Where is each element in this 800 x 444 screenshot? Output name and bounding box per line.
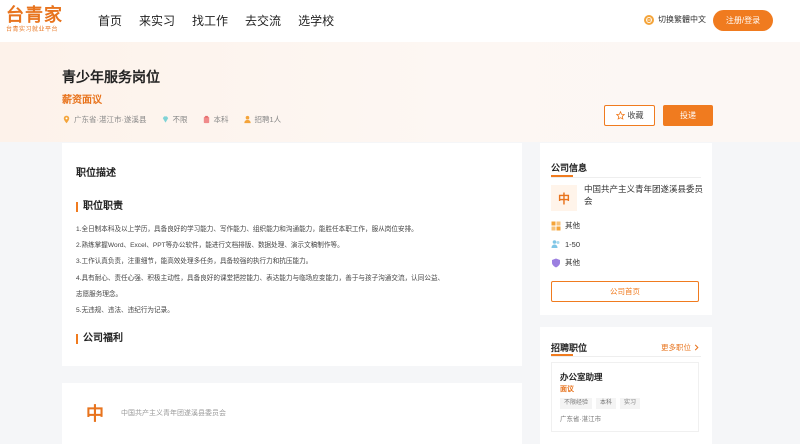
login-register-button[interactable]: 注册/登录 — [713, 10, 773, 31]
company-size-text: 1-50 — [565, 239, 581, 249]
more-jobs-label: 更多职位 — [661, 343, 691, 352]
company-strip-name: 中国共产主义青年团遂溪县委员会 — [121, 410, 226, 417]
company-industry: 其他 — [551, 220, 580, 231]
welfare-title: 公司福利 — [76, 333, 123, 345]
company-name[interactable]: 中国共产主义青年团遂溪县委员会 — [584, 183, 706, 207]
star-icon — [615, 111, 625, 120]
job-experience-text: 不限 — [172, 115, 188, 124]
company-info-card: 公司信息 中 中国共产主义青年团遂溪县委员会 其他 1-50 其他 公司首页 — [540, 143, 712, 315]
duties-title: 职位职责 — [76, 201, 123, 213]
job-title: 青少年服务岗位 — [62, 69, 160, 85]
logo-subtitle: 台青实习就业平台 — [6, 27, 59, 33]
logo-text: 台青家 — [6, 5, 63, 26]
job-description-card: 职位描述 职位职责 1.全日制本科及以上学历，具备良好的学习能力、写作能力、组织… — [62, 143, 522, 366]
shield-icon — [552, 258, 560, 267]
person-icon — [243, 115, 251, 124]
job-location: 广东省·湛江市·遂溪县 — [62, 114, 147, 125]
company-industry-text: 其他 — [565, 221, 580, 230]
divider — [551, 356, 701, 357]
company-type-text: 其他 — [565, 258, 580, 267]
duty-line: 4.具有耐心、责任心强、积极主动性，具备良好的课堂把控能力、表达能力与临场应变能… — [76, 275, 445, 282]
job-location-text: 广东省·湛江市·遂溪县 — [74, 115, 147, 124]
nav-item-schools[interactable]: 选学校 — [298, 13, 334, 29]
heading-underline — [551, 354, 573, 356]
job-education: 本科 — [202, 114, 229, 125]
language-icon — [644, 14, 654, 25]
recruiting-job-title: 办公室助理 — [560, 372, 603, 382]
job-tag: 实习 — [620, 398, 641, 409]
recruiting-card: 招聘职位 更多职位 办公室助理 面议 不限经验 本科 实习 广东省·湛江市 — [540, 327, 712, 444]
location-pin-icon — [63, 115, 70, 124]
job-tag: 本科 — [596, 398, 617, 409]
more-jobs-link[interactable]: 更多职位 — [661, 342, 700, 353]
nav-item-internship[interactable]: 来实习 — [139, 13, 175, 29]
nav-item-home[interactable]: 首页 — [98, 13, 122, 29]
grid-icon — [551, 221, 561, 230]
recruiting-job-tags: 不限经验 本科 实习 — [560, 398, 641, 409]
company-info-heading: 公司信息 — [551, 163, 588, 173]
favorite-button[interactable]: 收藏 — [604, 105, 655, 126]
duty-line: 1.全日制本科及以上学历，具备良好的学习能力、写作能力、组织能力和沟通能力，能胜… — [76, 226, 418, 233]
recruiting-job-card[interactable]: 办公室助理 面议 不限经验 本科 实习 广东省·湛江市 — [551, 362, 699, 432]
apply-button[interactable]: 投递 — [663, 105, 713, 126]
language-switch[interactable]: 切换繁體中文 — [644, 14, 706, 25]
job-tag: 不限经验 — [560, 398, 593, 409]
company-type: 其他 — [551, 257, 580, 268]
divider — [551, 177, 701, 178]
site-logo[interactable]: 台青家 台青实习就业平台 — [6, 6, 84, 36]
top-nav-bar: 台青家 台青实习就业平台 首页 来实习 找工作 去交流 选学校 切换繁體中文 注… — [0, 0, 800, 42]
company-strip[interactable]: 中 中国共产主义青年团遂溪县委员会 — [62, 383, 522, 444]
company-home-button[interactable]: 公司首页 — [551, 281, 699, 302]
duty-line: 2.熟练掌握Word、Excel、PPT等办公软件，能进行文档排版、数据处理、演… — [76, 242, 344, 249]
duty-line: 5.无违规、违法、违纪行为记录。 — [76, 307, 174, 314]
job-headcount: 招聘1人 — [243, 114, 282, 125]
recruiting-job-location: 广东省·湛江市 — [560, 416, 602, 423]
duty-line: 志愿服务理念。 — [76, 291, 123, 298]
company-size: 1-50 — [551, 239, 580, 249]
job-description-heading: 职位描述 — [76, 168, 116, 179]
job-headcount-text: 招聘1人 — [254, 115, 282, 124]
language-switch-label: 切换繁體中文 — [658, 15, 706, 24]
job-salary: 薪资面议 — [62, 95, 102, 106]
education-icon — [203, 115, 209, 124]
job-meta: 广东省·湛江市·遂溪县 不限 本科 招聘1人 — [62, 114, 295, 125]
company-strip-logo: 中 — [86, 404, 104, 425]
heading-underline — [551, 175, 573, 177]
job-experience: 不限 — [161, 114, 188, 125]
favorite-label: 收藏 — [627, 111, 644, 120]
diamond-icon — [162, 116, 168, 123]
job-banner — [0, 42, 800, 142]
recruiting-heading: 招聘职位 — [551, 343, 588, 353]
main-nav: 首页 来实习 找工作 去交流 选学校 — [98, 13, 351, 29]
job-education-text: 本科 — [213, 115, 229, 124]
chevron-right-icon — [694, 344, 699, 351]
recruiting-job-salary: 面议 — [560, 386, 574, 393]
company-logo: 中 — [551, 185, 577, 211]
nav-item-exchange[interactable]: 去交流 — [245, 13, 281, 29]
nav-item-jobs[interactable]: 找工作 — [192, 13, 228, 29]
people-icon — [551, 240, 560, 248]
duty-line: 3.工作认真负责，注重细节，能高效处理多任务，具备较强的执行力和抗压能力。 — [76, 258, 313, 265]
